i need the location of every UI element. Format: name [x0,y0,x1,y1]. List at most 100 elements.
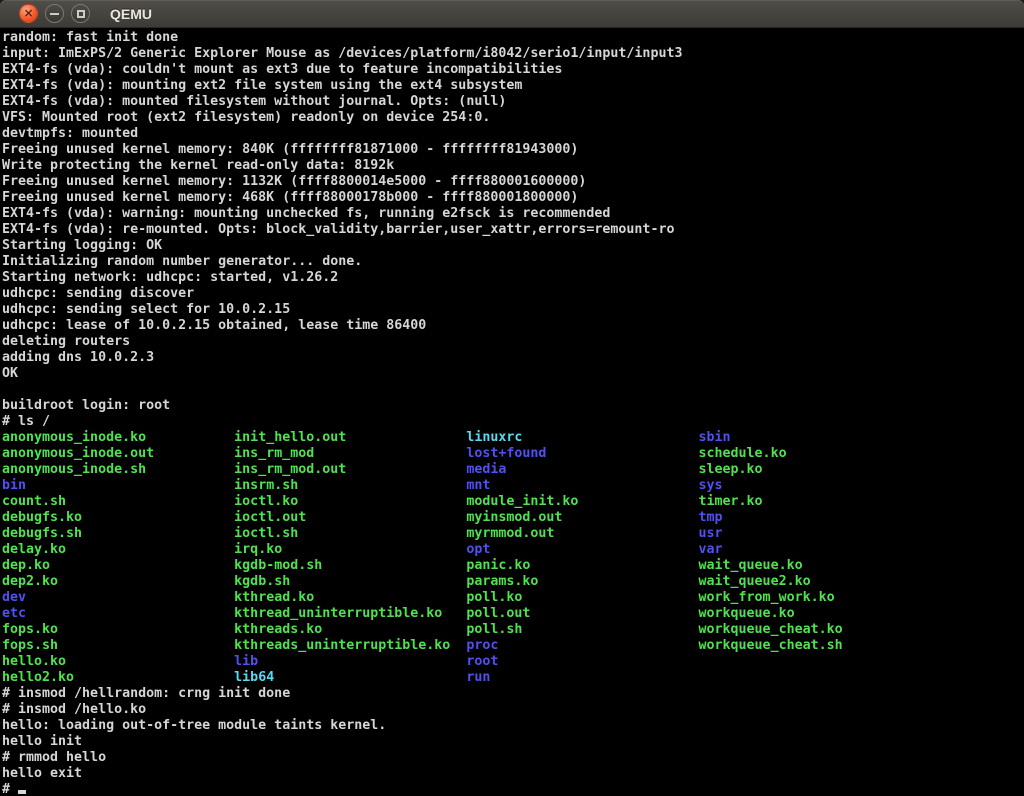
console-text [66,654,234,669]
ls-entry: params.ko [466,574,538,589]
console-text [546,446,698,461]
console-line: hello: loading out-of-tree module taints… [2,718,1024,734]
console-text [506,462,698,477]
maximize-icon [77,10,85,18]
console-line: udhcpc: sending select for 10.0.2.15 [2,302,1024,318]
console-text: hello exit [2,766,82,781]
console-line: EXT4-fs (vda): re-mounted. Opts: block_v… [2,222,1024,238]
console-line: buildroot login: root [2,398,1024,414]
ls-entry: work_from_work.ko [699,590,835,605]
console-text: Freeing unused kernel memory: 468K (ffff… [2,190,578,205]
console-text: EXT4-fs (vda): warning: mounting uncheck… [2,206,610,221]
ls-entry: timer.ko [699,494,763,509]
console-line: dev kthread.ko poll.ko work_from_work.ko [2,590,1024,606]
ls-entry: fops.sh [2,638,58,653]
ls-entry: dev [2,590,26,605]
console-text [146,462,234,477]
console-text [538,574,698,589]
ls-entry: opt [466,542,490,557]
ls-entry: kthreads_uninterruptible.ko [234,638,450,653]
ls-entry: sleep.ko [699,462,763,477]
console-line: Starting network: udhcpc: started, v1.26… [2,270,1024,286]
console-text [490,542,698,557]
console-line: devtmpfs: mounted [2,126,1024,142]
console-line: # insmod /hello.ko [2,702,1024,718]
ls-entry: kgdb.sh [234,574,290,589]
close-button[interactable]: ✕ [19,4,38,23]
console-text [322,622,466,637]
ls-entry: tmp [699,510,723,525]
ls-entry: anonymous_inode.sh [2,462,146,477]
console-line: Freeing unused kernel memory: 468K (ffff… [2,190,1024,206]
ls-entry: myrmmod.out [466,526,554,541]
console-text [522,622,698,637]
console-text [258,654,466,669]
ls-entry: init_hello.out [234,430,346,445]
ls-entry: ins_rm_mod.out [234,462,346,477]
console-text [66,542,234,557]
console-text [530,606,698,621]
maximize-button[interactable] [71,4,90,23]
console-text [306,510,466,525]
console-text: # insmod /hello.ko [2,702,146,717]
window-titlebar[interactable]: ✕ QEMU [0,0,1024,28]
console-text [274,670,466,685]
ls-entry: proc [466,638,498,653]
ls-entry: lost+found [466,446,546,461]
console-text: EXT4-fs (vda): mounting ext2 file system… [2,78,522,93]
ls-entry: module_init.ko [466,494,578,509]
console-text [66,494,234,509]
console-line: # rmmod hello [2,750,1024,766]
terminal-screen[interactable]: random: fast init doneinput: ImExPS/2 Ge… [0,28,1024,796]
ls-entry: kthread_uninterruptible.ko [234,606,442,621]
console-line: udhcpc: lease of 10.0.2.15 obtained, lea… [2,318,1024,334]
console-text: VFS: Mounted root (ext2 filesystem) read… [2,110,490,125]
console-text [346,430,466,445]
console-text: udhcpc: lease of 10.0.2.15 obtained, lea… [2,318,426,333]
console-line: Freeing unused kernel memory: 1132K (fff… [2,174,1024,190]
ls-entry: bin [2,478,26,493]
console-text: deleting routers [2,334,130,349]
ls-entry: dep.ko [2,558,50,573]
console-text [282,542,466,557]
console-line: debugfs.ko ioctl.out myinsmod.out tmp [2,510,1024,526]
console-text [554,526,698,541]
console-text: udhcpc: sending discover [2,286,194,301]
console-text: hello: loading out-of-tree module taints… [2,718,386,733]
console-text [530,558,698,573]
console-line [2,382,1024,398]
console-text: devtmpfs: mounted [2,126,138,141]
console-line: # insmod /hellrandom: crng init done [2,686,1024,702]
ls-entry: ioctl.ko [234,494,298,509]
minimize-button[interactable] [45,4,64,23]
console-text [290,574,466,589]
ls-entry: irq.ko [234,542,282,557]
console-line: count.sh ioctl.ko module_init.ko timer.k… [2,494,1024,510]
ls-entry: ins_rm_mod [234,446,314,461]
ls-entry: ioctl.sh [234,526,298,541]
ls-entry: workqueue.ko [699,606,795,621]
console-text: input: ImExPS/2 Generic Explorer Mouse a… [2,46,682,61]
ls-entry: hello2.ko [2,670,74,685]
console-text: random: fast init done [2,30,178,45]
console-text: Initializing random number generator... … [2,254,362,269]
ls-entry: debugfs.sh [2,526,82,541]
console-line: hello.ko lib root [2,654,1024,670]
console-line: deleting routers [2,334,1024,350]
console-text: Starting network: udhcpc: started, v1.26… [2,270,338,285]
console-text [562,510,698,525]
console-text [58,574,234,589]
console-text [58,638,234,653]
console-text: udhcpc: sending select for 10.0.2.15 [2,302,290,317]
console-text: EXT4-fs (vda): mounted filesystem withou… [2,94,506,109]
console-text [450,638,466,653]
ls-entry: lib [234,654,258,669]
console-text [74,670,234,685]
console-line: udhcpc: sending discover [2,286,1024,302]
console-text [314,590,466,605]
console-line: anonymous_inode.out ins_rm_mod lost+foun… [2,446,1024,462]
text-cursor [18,790,26,794]
ls-entry: usr [699,526,723,541]
ls-entry: anonymous_inode.out [2,446,154,461]
minimize-icon [50,13,59,15]
